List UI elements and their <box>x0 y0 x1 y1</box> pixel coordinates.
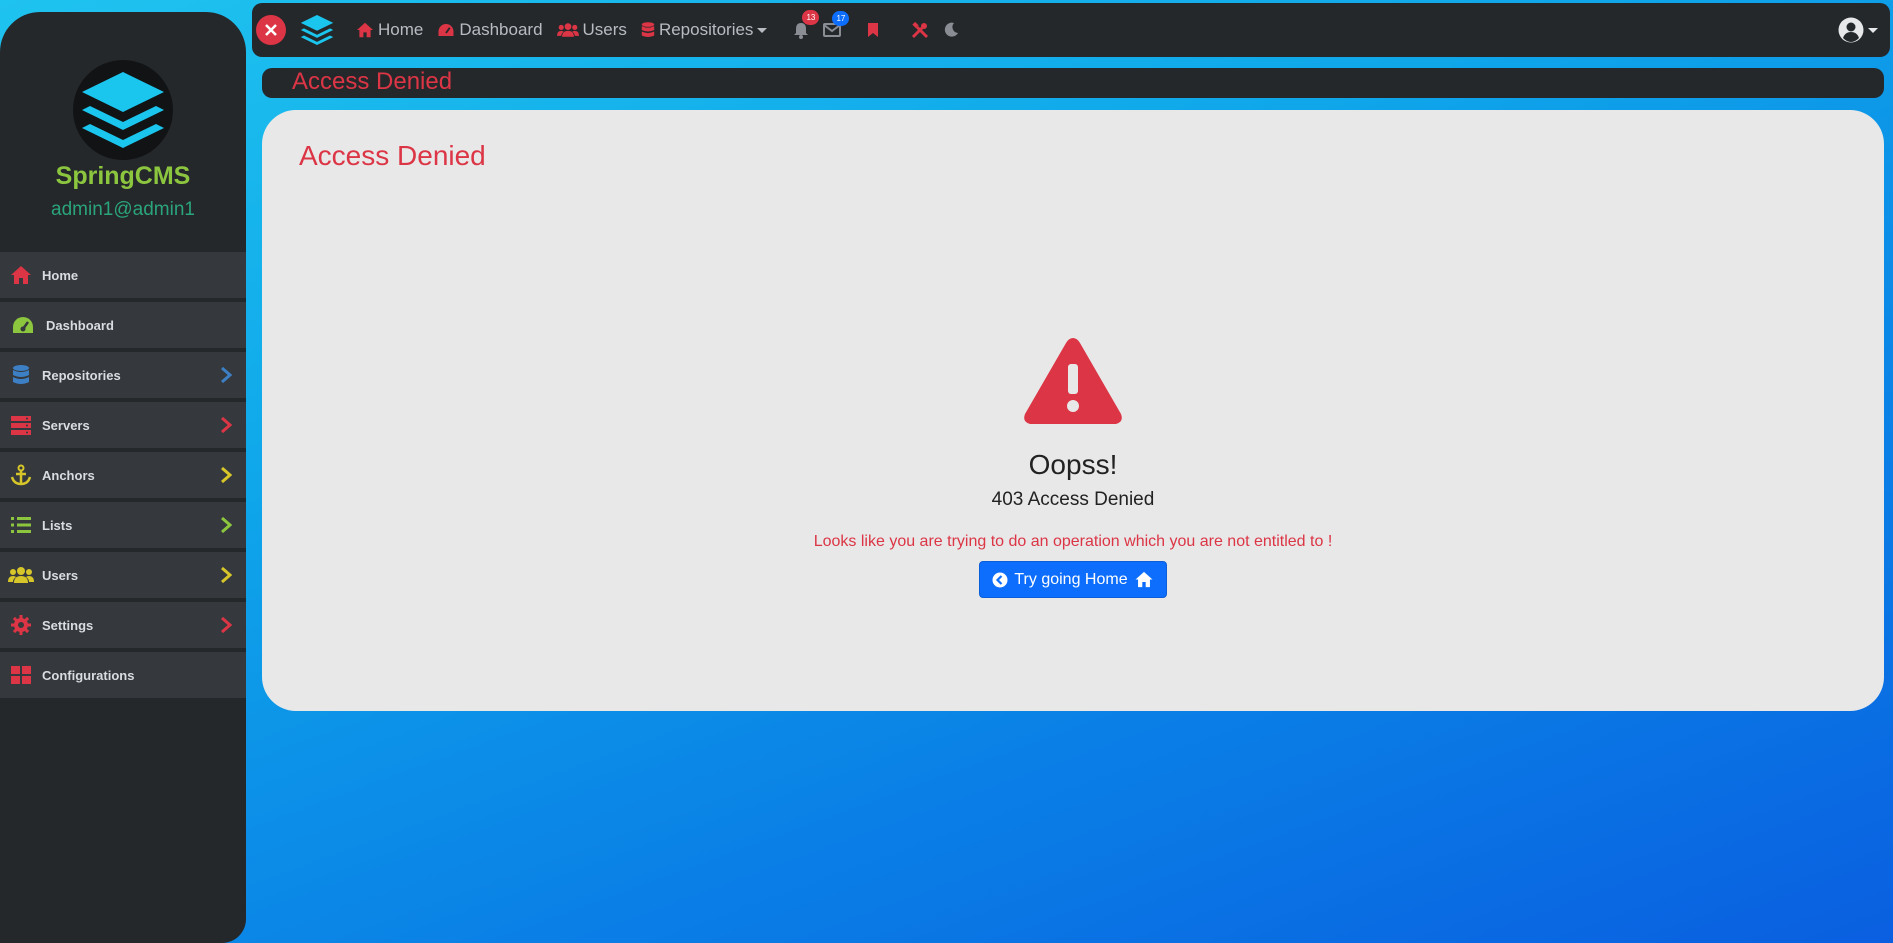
warning-triangle-icon <box>1024 338 1122 424</box>
nav-repositories-dropdown[interactable]: Repositories <box>641 20 768 40</box>
sidebar-item-dashboard[interactable]: Dashboard <box>0 302 246 348</box>
brand-name: SpringCMS <box>55 162 191 190</box>
moon-icon <box>945 22 959 37</box>
bookmark-icon <box>868 23 879 37</box>
sidebar-menu: Home Dashboard Repositories Servers Anch… <box>0 252 246 702</box>
server-icon <box>0 415 42 435</box>
dark-mode-toggle[interactable] <box>943 22 959 38</box>
go-home-button[interactable]: Try going Home <box>979 561 1167 598</box>
sidebar-item-home[interactable]: Home <box>0 252 246 298</box>
gauge-icon <box>0 315 46 335</box>
bookmarks-button[interactable] <box>867 22 879 38</box>
sidebar-item-repositories[interactable]: Repositories <box>0 352 246 398</box>
card-title: Access Denied <box>299 140 486 171</box>
go-home-label: Try going Home <box>1014 570 1128 588</box>
sidebar-item-label: Servers <box>42 417 90 433</box>
caret-down-icon <box>757 27 768 33</box>
home-icon <box>1135 571 1153 588</box>
list-icon <box>0 516 42 534</box>
nav-users-label: Users <box>582 20 627 39</box>
sidebar-item-settings[interactable]: Settings <box>0 602 246 648</box>
nav-users-link[interactable]: Users <box>556 20 627 40</box>
sidebar-item-label: Dashboard <box>46 317 114 333</box>
chevron-right-icon <box>220 566 233 587</box>
chevron-right-icon <box>220 466 233 487</box>
chevron-right-icon <box>220 616 233 637</box>
brand-logo <box>73 60 173 160</box>
sidebar-item-label: Anchors <box>42 467 95 483</box>
logged-in-user: admin1@admin1 <box>51 199 195 220</box>
sidebar: SpringCMS admin1@admin1 Home Dashboard R… <box>0 12 246 943</box>
nav-dashboard-label: Dashboard <box>459 20 543 39</box>
sidebar-item-configurations[interactable]: Configurations <box>0 652 246 698</box>
top-navbar: Home Dashboard Users Repositories 13 17 <box>252 3 1890 57</box>
navbar-logo[interactable] <box>300 14 334 46</box>
nav-repositories-label: Repositories <box>658 20 754 39</box>
sidebar-toggle-button[interactable] <box>256 15 286 45</box>
gauge-icon <box>438 24 454 36</box>
database-icon <box>641 22 655 37</box>
sidebar-item-label: Configurations <box>42 667 135 683</box>
notifications-button[interactable]: 13 <box>793 9 820 39</box>
chevron-right-icon <box>220 366 233 387</box>
sidebar-item-label: Home <box>42 267 79 283</box>
brand: SpringCMS admin1@admin1 <box>0 12 246 252</box>
users-icon <box>556 23 579 37</box>
caret-down-icon <box>1868 27 1878 33</box>
nav-dashboard-link[interactable]: Dashboard <box>437 20 543 40</box>
nav-home-label: Home <box>378 20 424 39</box>
sidebar-item-label: Repositories <box>42 367 121 383</box>
user-avatar-icon <box>1838 17 1864 43</box>
sidebar-item-servers[interactable]: Servers <box>0 402 246 448</box>
page-title: Access Denied <box>262 68 1884 98</box>
layers-icon <box>82 72 164 148</box>
nav-home-link[interactable]: Home <box>356 20 423 40</box>
database-icon <box>0 364 42 386</box>
content-card: Access Denied Oopss! 403 Access Denied L… <box>262 110 1884 711</box>
error-heading: Oopss! <box>1028 449 1118 480</box>
chevron-right-icon <box>220 416 233 437</box>
sidebar-item-label: Lists <box>42 517 73 533</box>
sidebar-item-label: Settings <box>42 617 94 633</box>
layers-icon <box>300 14 334 46</box>
error-panel: Oopss! 403 Access Denied Looks like you … <box>262 334 1884 598</box>
anchor-icon <box>0 464 42 486</box>
grid-icon <box>0 665 42 685</box>
chevron-right-icon <box>220 516 233 537</box>
tools-icon <box>912 21 929 39</box>
messages-button[interactable]: 17 <box>823 11 850 37</box>
sidebar-item-anchors[interactable]: Anchors <box>0 452 246 498</box>
sidebar-item-label: Users <box>42 567 79 583</box>
home-icon <box>357 22 373 38</box>
error-code: 403 Access Denied <box>991 489 1155 510</box>
tools-button[interactable] <box>911 21 929 39</box>
home-icon <box>0 265 42 285</box>
user-menu-dropdown[interactable] <box>1838 17 1878 43</box>
notifications-count-badge: 13 <box>802 9 820 25</box>
users-icon <box>0 566 42 584</box>
gear-icon <box>0 615 42 635</box>
sidebar-item-lists[interactable]: Lists <box>0 502 246 548</box>
close-icon <box>265 24 277 36</box>
error-message: Looks like you are trying to do an opera… <box>813 533 1333 550</box>
sidebar-item-users[interactable]: Users <box>0 552 246 598</box>
messages-count-badge: 17 <box>832 11 850 26</box>
chevron-circle-left-icon <box>992 572 1008 587</box>
